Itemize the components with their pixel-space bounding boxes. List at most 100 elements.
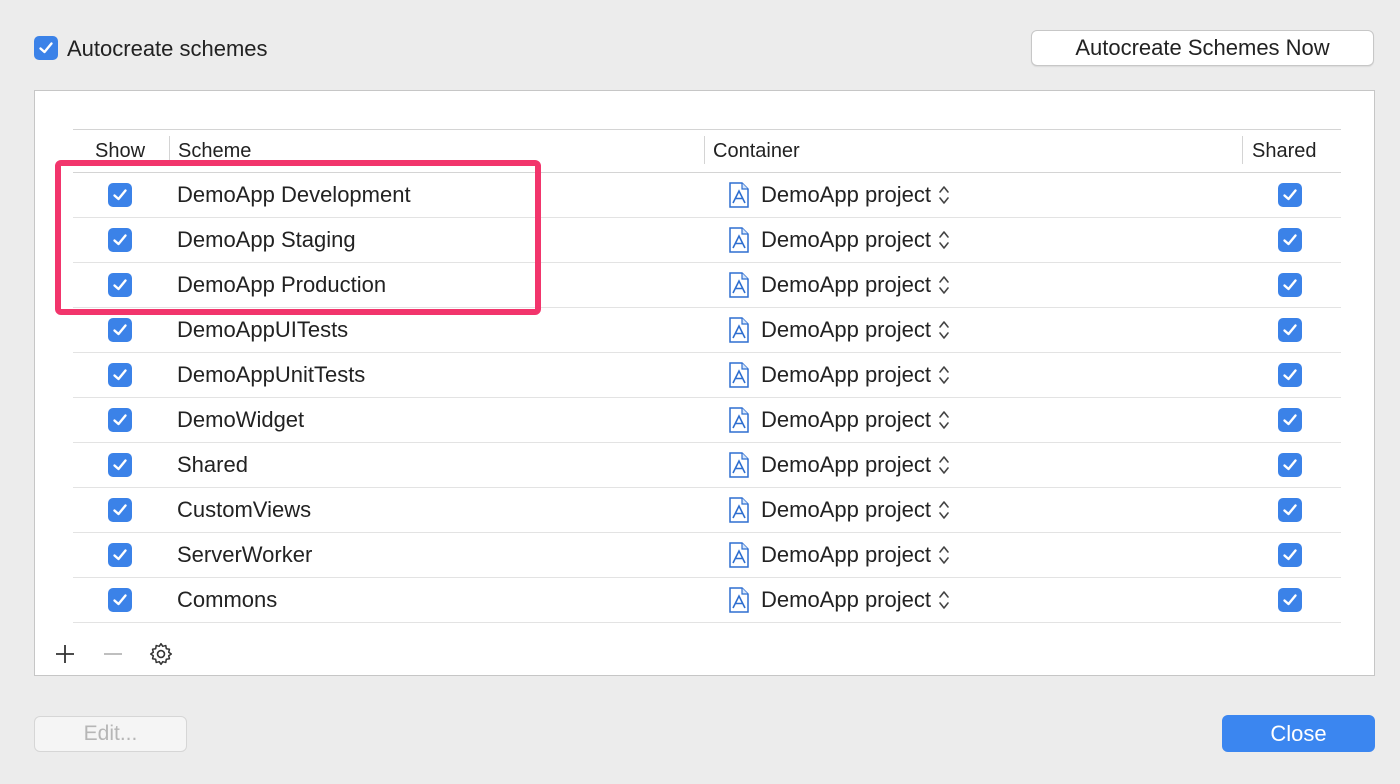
column-separator[interactable] — [169, 136, 170, 164]
shared-checkbox[interactable] — [1278, 453, 1302, 477]
container-popup[interactable]: DemoApp project — [729, 585, 951, 615]
column-header-container[interactable]: Container — [713, 140, 800, 163]
container-popup[interactable]: DemoApp project — [729, 540, 951, 570]
checkmark-icon — [113, 369, 127, 381]
table-row[interactable]: DemoAppUnitTests DemoApp project — [73, 353, 1341, 398]
table-row[interactable]: DemoWidget DemoApp project — [73, 398, 1341, 443]
checkmark-icon — [1283, 324, 1297, 336]
scheme-name: DemoAppUnitTests — [177, 362, 366, 387]
show-checkbox[interactable] — [108, 228, 132, 252]
xcode-project-icon — [729, 407, 749, 433]
scheme-name: Shared — [177, 452, 248, 477]
scheme-name: DemoApp Staging — [177, 227, 356, 252]
xcode-project-icon — [729, 362, 749, 388]
container-popup[interactable]: DemoApp project — [729, 405, 951, 435]
shared-checkbox[interactable] — [1278, 273, 1302, 297]
popup-chevron-icon — [939, 591, 949, 609]
container-label: DemoApp project — [761, 587, 931, 612]
shared-checkbox[interactable] — [1278, 318, 1302, 342]
container-label: DemoApp project — [761, 182, 931, 207]
shared-checkbox[interactable] — [1278, 363, 1302, 387]
table-row[interactable]: Shared DemoApp project — [73, 443, 1341, 488]
table-row[interactable]: Commons DemoApp project — [73, 578, 1341, 623]
checkmark-icon — [113, 459, 127, 471]
checkmark-icon — [1283, 414, 1297, 426]
show-checkbox[interactable] — [108, 318, 132, 342]
container-label: DemoApp project — [761, 227, 931, 252]
scheme-name: DemoWidget — [177, 407, 305, 432]
popup-chevron-icon — [939, 411, 949, 429]
container-popup[interactable]: DemoApp project — [729, 225, 951, 255]
container-label: DemoApp project — [761, 362, 931, 387]
table-row[interactable]: DemoApp Production DemoApp project — [73, 263, 1341, 308]
checkmark-icon — [1283, 234, 1297, 246]
popup-chevron-icon — [939, 501, 949, 519]
show-checkbox[interactable] — [108, 363, 132, 387]
shared-checkbox[interactable] — [1278, 183, 1302, 207]
container-popup[interactable]: DemoApp project — [729, 315, 951, 345]
settings-button[interactable] — [146, 639, 176, 669]
panel-toolbar — [50, 639, 194, 669]
table-row[interactable]: ServerWorker DemoApp project — [73, 533, 1341, 578]
shared-checkbox[interactable] — [1278, 498, 1302, 522]
show-checkbox[interactable] — [108, 498, 132, 522]
close-button[interactable]: Close — [1222, 715, 1375, 752]
edit-button[interactable]: Edit... — [34, 716, 187, 752]
table-row[interactable]: DemoAppUITests DemoApp project — [73, 308, 1341, 353]
minus-icon — [104, 653, 122, 655]
popup-chevron-icon — [939, 546, 949, 564]
container-popup[interactable]: DemoApp project — [729, 180, 951, 210]
checkmark-icon — [113, 504, 127, 516]
checkmark-icon — [1283, 279, 1297, 291]
scheme-name: CustomViews — [177, 497, 312, 522]
column-header-shared[interactable]: Shared — [1252, 140, 1317, 163]
scheme-name: DemoAppUITests — [177, 317, 349, 342]
shared-checkbox[interactable] — [1278, 588, 1302, 612]
remove-scheme-button[interactable] — [98, 639, 128, 669]
popup-chevron-icon — [939, 231, 949, 249]
container-popup[interactable]: DemoApp project — [729, 450, 951, 480]
container-label: DemoApp project — [761, 272, 931, 297]
xcode-project-icon — [729, 272, 749, 298]
scheme-name: Commons — [177, 587, 278, 612]
shared-checkbox[interactable] — [1278, 228, 1302, 252]
show-checkbox[interactable] — [108, 543, 132, 567]
container-label: DemoApp project — [761, 317, 931, 342]
show-checkbox[interactable] — [108, 273, 132, 297]
show-checkbox[interactable] — [108, 588, 132, 612]
popup-chevron-icon — [939, 186, 949, 204]
xcode-project-icon — [729, 587, 749, 613]
xcode-project-icon — [729, 317, 749, 343]
xcode-project-icon — [729, 497, 749, 523]
table-row[interactable]: CustomViews DemoApp project — [73, 488, 1341, 533]
schemes-table: Show Scheme Container Shared DemoApp Dev… — [73, 129, 1341, 623]
show-checkbox[interactable] — [108, 183, 132, 207]
column-header-show[interactable]: Show — [95, 140, 145, 163]
checkmark-icon — [113, 234, 127, 246]
autocreate-schemes-now-button[interactable]: Autocreate Schemes Now — [1031, 30, 1374, 66]
scheme-name: DemoApp Development — [177, 182, 411, 207]
table-body: DemoApp Development DemoApp project DemoAp… — [73, 173, 1341, 623]
column-separator[interactable] — [1242, 136, 1243, 164]
checkmark-icon — [113, 414, 127, 426]
table-row[interactable]: DemoApp Development DemoApp project — [73, 173, 1341, 218]
container-popup[interactable]: DemoApp project — [729, 360, 951, 390]
checkmark-icon — [113, 189, 127, 201]
table-row[interactable]: DemoApp Staging DemoApp project — [73, 218, 1341, 263]
column-header-scheme[interactable]: Scheme — [178, 140, 251, 163]
show-checkbox[interactable] — [108, 453, 132, 477]
container-popup[interactable]: DemoApp project — [729, 495, 951, 525]
autocreate-schemes-checkbox[interactable] — [34, 36, 58, 60]
shared-checkbox[interactable] — [1278, 543, 1302, 567]
xcode-project-icon — [729, 227, 749, 253]
checkmark-icon — [1283, 549, 1297, 561]
container-popup[interactable]: DemoApp project — [729, 270, 951, 300]
add-scheme-button[interactable] — [50, 639, 80, 669]
shared-checkbox[interactable] — [1278, 408, 1302, 432]
show-checkbox[interactable] — [108, 408, 132, 432]
column-separator[interactable] — [704, 136, 705, 164]
checkmark-icon — [1283, 594, 1297, 606]
popup-chevron-icon — [939, 366, 949, 384]
xcode-project-icon — [729, 182, 749, 208]
autocreate-schemes-label[interactable]: Autocreate schemes — [67, 34, 268, 64]
